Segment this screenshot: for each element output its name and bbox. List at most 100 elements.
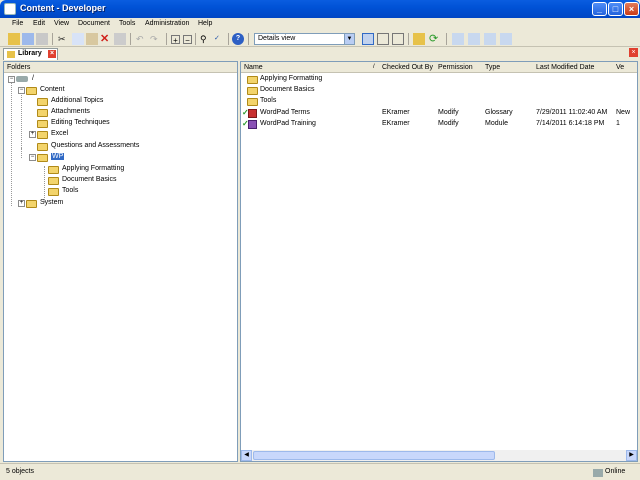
toolbar-separator bbox=[130, 33, 131, 45]
expand-icon[interactable]: + bbox=[171, 35, 180, 45]
folder-icon bbox=[48, 166, 59, 174]
check-out-icon[interactable] bbox=[468, 33, 480, 45]
tab-row: Library × bbox=[0, 47, 640, 60]
list-item[interactable]: Applying Formatting bbox=[241, 74, 637, 85]
print-icon[interactable] bbox=[36, 33, 48, 45]
toolbar-separator bbox=[408, 33, 409, 45]
menu-view[interactable]: View bbox=[54, 20, 69, 27]
properties-icon[interactable] bbox=[114, 33, 126, 45]
save-icon[interactable] bbox=[22, 33, 34, 45]
folder-icon bbox=[26, 200, 37, 208]
horizontal-scrollbar[interactable]: ◀ ▶ bbox=[241, 450, 637, 461]
spell-check-icon[interactable]: ✓ bbox=[214, 33, 226, 45]
split-horizontal-icon[interactable] bbox=[377, 33, 389, 45]
scroll-right-icon[interactable]: ▶ bbox=[626, 450, 637, 461]
online-icon bbox=[593, 469, 603, 477]
menu-bar: File Edit View Document Tools Administra… bbox=[0, 18, 640, 31]
menu-file[interactable]: File bbox=[12, 20, 23, 27]
scrollbar-thumb[interactable] bbox=[253, 451, 495, 460]
folder-open-icon bbox=[26, 87, 37, 95]
folder-icon bbox=[247, 76, 258, 84]
details-pane: Name / Checked Out By Permission Type La… bbox=[240, 61, 638, 462]
close-panel-icon[interactable]: × bbox=[629, 48, 638, 57]
view-select[interactable]: Details view ▼ bbox=[254, 33, 355, 45]
collapse-toggle[interactable]: − bbox=[29, 154, 36, 161]
folder-icon bbox=[48, 177, 59, 185]
collapse-icon[interactable]: − bbox=[183, 35, 192, 45]
folder-icon bbox=[37, 120, 48, 128]
tree-line bbox=[44, 166, 45, 202]
column-header-row: Name / Checked Out By Permission Type La… bbox=[241, 62, 637, 73]
check-in-icon[interactable] bbox=[452, 33, 464, 45]
chevron-down-icon[interactable]: ▼ bbox=[344, 34, 354, 44]
column-permission[interactable]: Permission bbox=[438, 64, 473, 71]
column-last-modified-date[interactable]: Last Modified Date bbox=[536, 64, 594, 71]
folder-icon bbox=[247, 98, 258, 106]
tab-library[interactable]: Library × bbox=[3, 48, 58, 60]
column-type[interactable]: Type bbox=[485, 64, 500, 71]
view-select-value: Details view bbox=[258, 35, 296, 42]
scroll-left-icon[interactable]: ◀ bbox=[241, 450, 252, 461]
title-bar: Content - Developer _ □ × bbox=[0, 0, 640, 18]
menu-tools[interactable]: Tools bbox=[119, 20, 135, 27]
new-folder-icon[interactable] bbox=[8, 33, 20, 45]
sort-icon: / bbox=[373, 64, 375, 70]
folder-icon bbox=[37, 98, 48, 106]
maximize-button[interactable]: □ bbox=[608, 2, 623, 16]
folder-icon bbox=[37, 131, 48, 139]
column-version[interactable]: Ve bbox=[616, 64, 624, 71]
app-icon bbox=[4, 3, 16, 15]
list-item[interactable]: Document Basics bbox=[241, 85, 637, 96]
column-name[interactable]: Name bbox=[244, 64, 263, 71]
minimize-button[interactable]: _ bbox=[592, 2, 607, 16]
collapse-toggle[interactable]: − bbox=[8, 76, 15, 83]
toolbar-separator bbox=[52, 33, 53, 45]
menu-administration[interactable]: Administration bbox=[145, 20, 189, 27]
column-checked-out-by[interactable]: Checked Out By bbox=[382, 64, 433, 71]
tree-line bbox=[11, 82, 12, 206]
table-row[interactable]: ✓ WordPad Training EKramer Modify Module… bbox=[241, 119, 637, 130]
tab-library-label: Library bbox=[18, 50, 42, 57]
details-view-icon[interactable] bbox=[362, 33, 374, 45]
cut-icon[interactable]: ✂ bbox=[58, 33, 70, 45]
folders-header-label: Folders bbox=[7, 64, 31, 71]
expand-toggle[interactable]: + bbox=[29, 131, 36, 138]
module-icon bbox=[248, 120, 257, 129]
collapse-toggle[interactable]: − bbox=[18, 87, 25, 94]
copy-icon[interactable] bbox=[72, 33, 84, 45]
split-vertical-icon[interactable] bbox=[392, 33, 404, 45]
close-button[interactable]: × bbox=[624, 2, 639, 16]
redo-icon[interactable]: ↷ bbox=[150, 33, 162, 45]
folder-icon bbox=[247, 87, 258, 95]
menu-help[interactable]: Help bbox=[198, 20, 212, 27]
list-item[interactable]: Tools bbox=[241, 96, 637, 107]
library-icon bbox=[7, 51, 15, 58]
find-icon[interactable]: ⚲ bbox=[200, 33, 212, 45]
tree-line bbox=[21, 148, 22, 158]
folder-open-icon bbox=[37, 154, 48, 162]
history-icon[interactable] bbox=[500, 33, 512, 45]
menu-edit[interactable]: Edit bbox=[33, 20, 45, 27]
toolbar-separator bbox=[195, 33, 196, 45]
paste-icon[interactable] bbox=[86, 33, 98, 45]
repository-icon bbox=[16, 76, 28, 82]
status-bar: 5 objects Online bbox=[0, 463, 640, 480]
glossary-icon bbox=[248, 109, 257, 118]
help-icon[interactable]: ? bbox=[232, 33, 244, 45]
table-row[interactable]: ✓ WordPad Terms EKramer Modify Glossary … bbox=[241, 108, 637, 119]
toolbar-separator bbox=[446, 33, 447, 45]
toolbar-separator bbox=[248, 33, 249, 45]
folder-icon bbox=[37, 143, 48, 151]
window-title: Content - Developer bbox=[20, 3, 106, 13]
toolbar-separator bbox=[166, 33, 167, 45]
delete-icon[interactable]: ✕ bbox=[100, 33, 112, 45]
close-tab-icon[interactable]: × bbox=[48, 50, 56, 58]
refresh-icon[interactable]: ⟳ bbox=[429, 33, 441, 45]
tree-line bbox=[21, 93, 22, 148]
expand-toggle[interactable]: + bbox=[18, 200, 25, 207]
publish-icon[interactable] bbox=[484, 33, 496, 45]
menu-document[interactable]: Document bbox=[78, 20, 110, 27]
open-icon[interactable] bbox=[413, 33, 425, 45]
undo-icon[interactable]: ↶ bbox=[136, 33, 148, 45]
object-count: 5 objects bbox=[6, 468, 35, 475]
